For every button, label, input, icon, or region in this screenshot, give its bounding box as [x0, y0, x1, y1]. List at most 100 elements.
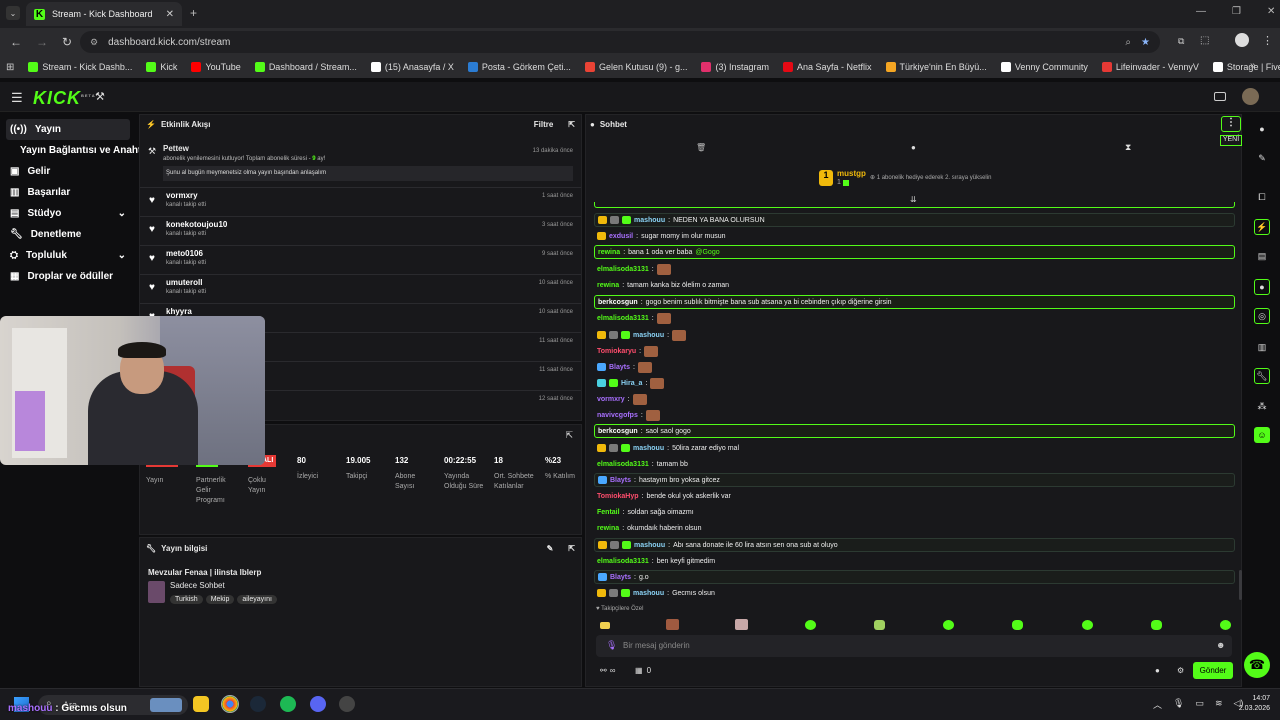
more-bookmarks-icon[interactable]: »: [1250, 60, 1256, 71]
chat-username[interactable]: rewina: [597, 525, 619, 532]
chat-username[interactable]: Fentail: [597, 509, 620, 516]
sidebar-item-denetleme[interactable]: 🔧︎ Denetleme: [0, 224, 138, 245]
chat-message[interactable]: berkcosgun: saol saol gogo: [594, 424, 1235, 438]
chat-username[interactable]: Hira_a: [621, 380, 642, 387]
event-user[interactable]: Pettew: [148, 144, 573, 153]
spotify-icon[interactable]: [280, 696, 296, 712]
bookmark-item[interactable]: Dashboard / Stream...: [254, 62, 357, 72]
bookmark-star-icon[interactable]: ★: [1141, 37, 1150, 48]
tray-chevron-icon[interactable]: ︿: [1153, 698, 1162, 711]
trash-icon[interactable]: 🗑︎: [696, 143, 706, 152]
sidebar-item-yayin[interactable]: ((•)) Yayın: [6, 119, 130, 140]
profile-avatar[interactable]: [1235, 33, 1249, 47]
chat-options-icon[interactable]: ⋮: [1221, 116, 1241, 132]
bookmark-item[interactable]: Gelen Kutusu (9) - g...: [584, 62, 687, 72]
chat-message[interactable]: mashouu: Gecmıs olsun: [594, 586, 1235, 600]
pinned-user[interactable]: mustgp: [837, 169, 866, 178]
chat-message[interactable]: Blayts: g.o: [594, 570, 1235, 584]
emote-button[interactable]: [943, 620, 954, 630]
sidebar-item-droplar[interactable]: ▦ Droplar ve ödüller: [0, 266, 138, 287]
emote-button[interactable]: [1151, 620, 1162, 630]
wifi-icon[interactable]: ≋: [1215, 698, 1223, 711]
chat-message[interactable]: Blayts: hastayım bro yoksa gitcez: [594, 473, 1235, 487]
chat-username[interactable]: elmalisoda3131: [597, 266, 649, 273]
site-info-icon[interactable]: ⚙: [90, 37, 98, 48]
obs-icon[interactable]: [339, 696, 355, 712]
taskbar-clock[interactable]: 14:07 2.03.2026: [1230, 694, 1270, 714]
back-icon[interactable]: ←: [10, 35, 22, 49]
forward-icon[interactable]: →: [36, 35, 48, 49]
chat-username[interactable]: vormxry: [597, 396, 625, 403]
chat-mention[interactable]: @Gogo: [695, 249, 719, 256]
slow-mode-icon[interactable]: ⧗: [1125, 142, 1131, 153]
chat-username[interactable]: berkcosgun: [598, 299, 638, 306]
chat-icon[interactable]: ●: [1254, 279, 1270, 295]
pin-icon[interactable]: ⚒: [95, 90, 105, 103]
bookmark-item[interactable]: Posta - Görkem Çeti...: [467, 62, 571, 72]
support-chat-button[interactable]: ☎: [1244, 652, 1270, 678]
chat-username[interactable]: mashouu: [633, 332, 664, 339]
microphone-icon[interactable]: 🎙︎: [606, 640, 617, 651]
bookmark-item[interactable]: YouTube: [191, 62, 241, 72]
sidebar-item-topluluk[interactable]: ⛭ Topluluk ⌄: [0, 245, 138, 266]
user-avatar[interactable]: [1242, 88, 1259, 105]
chat-message[interactable]: mashouu: Abı sana donate ile 60 lira atsı…: [594, 538, 1235, 552]
send-button[interactable]: Gönder: [1193, 662, 1233, 679]
bookmark-item[interactable]: Stream - Kick Dashb...: [28, 62, 132, 72]
emote-button[interactable]: [1012, 620, 1023, 630]
chat-username[interactable]: Blayts: [610, 477, 631, 484]
chat-message[interactable]: elmalisoda3131: ben keyfi gitmedim: [594, 554, 1235, 568]
screenshot-icon[interactable]: ⧠: [1254, 189, 1270, 205]
chat-username[interactable]: rewina: [597, 282, 619, 289]
chat-message[interactable]: rewina: tamam kanka biz ölelim o zaman: [594, 278, 1235, 292]
chat-username[interactable]: elmalisoda3131: [597, 315, 649, 322]
bot-icon[interactable]: ☺: [1254, 427, 1270, 443]
info-icon[interactable]: ●: [1254, 121, 1270, 137]
popout-icon[interactable]: ⇱: [568, 544, 575, 553]
theater-mode-icon[interactable]: [1214, 92, 1226, 101]
chat-username[interactable]: mashouu: [633, 590, 664, 597]
chat-mode-icon[interactable]: ●: [911, 143, 916, 152]
chat-message[interactable]: elmalisoda3131:: [594, 311, 1235, 325]
browser-tab[interactable]: K Stream - Kick Dashboard ✕: [26, 2, 182, 26]
minimize-icon[interactable]: —: [1196, 6, 1206, 17]
discord-icon[interactable]: [310, 696, 326, 712]
network-icon[interactable]: ▭: [1195, 698, 1204, 711]
bookmark-item[interactable]: Ana Sayfa - Netflix: [783, 62, 872, 72]
chat-message[interactable]: elmalisoda3131: tamam bb: [594, 457, 1235, 471]
apps-grid-icon[interactable]: ⊞: [6, 62, 14, 73]
sidebar-item-gelir[interactable]: ▣ Gelir: [0, 161, 138, 182]
chat-username[interactable]: elmalisoda3131: [597, 558, 649, 565]
bookmark-item[interactable]: (3) Instagram: [701, 62, 769, 72]
emote-button[interactable]: [666, 619, 679, 630]
steam-icon[interactable]: [250, 696, 266, 712]
file-explorer-icon[interactable]: [193, 696, 209, 712]
lightning-icon[interactable]: ⚡: [1254, 219, 1270, 235]
chat-username[interactable]: Tomiokaryu: [597, 348, 636, 355]
sidebar-item-studyo[interactable]: ▤ Stüdyo ⌄: [0, 203, 138, 224]
chat-settings-icon[interactable]: ⚙: [1177, 666, 1184, 675]
chat-message[interactable]: mashouu:50lira zarar ediyo mal: [594, 441, 1235, 455]
edit-icon[interactable]: ✎: [547, 544, 554, 553]
chat-username[interactable]: navivcgofps: [597, 412, 638, 419]
url-field[interactable]: ⚙ dashboard.kick.com/stream ⌕ ★: [80, 31, 1160, 53]
popout-icon[interactable]: ⇱: [565, 430, 573, 441]
broadcast-icon[interactable]: ◎: [1254, 308, 1270, 324]
emoji-icon[interactable]: ☻: [1216, 640, 1225, 650]
bookmark-item[interactable]: Türkiye'nin En Büyü...: [885, 62, 987, 72]
chat-username[interactable]: mashouu: [634, 542, 665, 549]
chat-input[interactable]: 🎙︎ Bir mesaj gönderin ☻: [596, 635, 1232, 657]
emote-button[interactable]: [600, 622, 610, 629]
chat-message[interactable]: mashouu:: [594, 328, 1235, 342]
bookmark-item[interactable]: (15) Anasayfa / X: [370, 62, 454, 72]
chat-username[interactable]: Blayts: [609, 364, 630, 371]
filter-button[interactable]: Filtre: [534, 120, 554, 129]
bookmark-item[interactable]: Venny Community: [1000, 62, 1088, 72]
new-tab-icon[interactable]: +: [190, 6, 197, 20]
hamburger-menu-icon[interactable]: ☰: [11, 90, 23, 106]
bookmark-item[interactable]: Lifeinvader - VennyV: [1101, 62, 1199, 72]
chat-message[interactable]: vormxry:: [594, 392, 1235, 406]
chat-username[interactable]: TomiokaHyp: [597, 493, 639, 500]
chat-message[interactable]: elmalisoda3131:: [594, 262, 1235, 276]
bookmark-item[interactable]: Storage | Fivemanage: [1212, 62, 1280, 72]
